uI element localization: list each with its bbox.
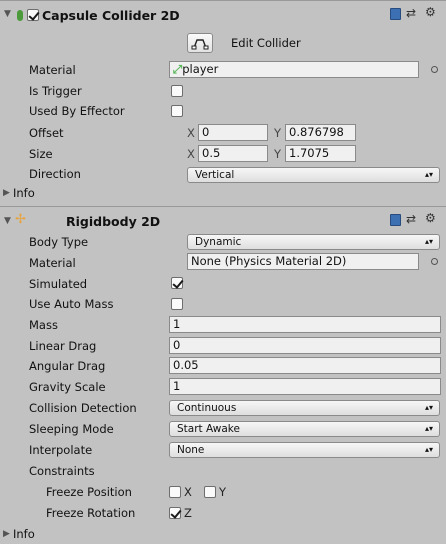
presets-icon[interactable]: ⇄: [406, 212, 416, 226]
linear-drag-label: Linear Drag: [29, 339, 97, 353]
freeze-position-y-label: Y: [219, 485, 227, 499]
size-y-axis-label: Y: [274, 147, 282, 161]
freeze-position-y-checkbox[interactable]: [204, 486, 216, 498]
info-fold-arrow-icon[interactable]: ▶: [3, 188, 10, 198]
linear-drag-field[interactable]: 0: [169, 337, 441, 354]
offset-y-axis-label: Y: [274, 126, 282, 140]
freeze-rotation-label: Freeze Rotation: [46, 506, 136, 520]
material-label: Material: [29, 63, 76, 77]
offset-x-axis-label: X: [187, 126, 195, 140]
is-trigger-label: Is Trigger: [29, 84, 82, 98]
angular-drag-field[interactable]: 0.05: [169, 357, 441, 374]
collision-detection-value: Continuous: [177, 402, 237, 414]
direction-dropdown[interactable]: Vertical ▴▾: [187, 167, 440, 183]
fold-arrow-icon[interactable]: ▼: [4, 9, 11, 19]
edit-collider-icon: [191, 39, 209, 50]
freeze-rotation-z-checkbox[interactable]: [169, 507, 181, 519]
angular-drag-label: Angular Drag: [29, 359, 106, 373]
rb-material-field[interactable]: None (Physics Material 2D): [187, 253, 419, 270]
mass-field[interactable]: 1: [169, 316, 441, 333]
is-trigger-checkbox[interactable]: [171, 85, 183, 97]
component-title: Capsule Collider 2D: [42, 8, 180, 23]
size-x-field[interactable]: 0.5: [198, 145, 268, 162]
collision-detection-dropdown[interactable]: Continuous ▴▾: [169, 400, 440, 416]
rigidbody-icon: ✢: [15, 212, 26, 227]
collision-detection-label: Collision Detection: [29, 401, 137, 415]
simulated-checkbox[interactable]: [171, 277, 183, 289]
sleeping-mode-value: Start Awake: [177, 423, 240, 435]
dropdown-arrow-icon: ▴▾: [424, 445, 433, 454]
used-by-effector-checkbox[interactable]: [171, 105, 183, 117]
dropdown-arrow-icon: ▴▾: [424, 403, 433, 412]
size-label: Size: [29, 147, 53, 161]
direction-label: Direction: [29, 167, 81, 181]
body-type-dropdown[interactable]: Dynamic ▴▾: [187, 234, 440, 250]
offset-x-field[interactable]: 0: [198, 124, 268, 141]
constraints-label[interactable]: Constraints: [29, 464, 95, 478]
body-type-label: Body Type: [29, 235, 89, 249]
material-value: player: [182, 62, 219, 76]
use-auto-mass-label: Use Auto Mass: [29, 297, 114, 311]
component-enabled-checkbox[interactable]: [27, 9, 39, 21]
dropdown-arrow-icon: ▴▾: [424, 237, 433, 246]
size-y-field[interactable]: 1.7075: [285, 145, 356, 162]
header-divider: [0, 206, 446, 207]
presets-icon[interactable]: ⇄: [406, 6, 416, 20]
object-picker-icon[interactable]: [431, 258, 438, 265]
help-book-icon[interactable]: [390, 214, 401, 226]
gear-icon[interactable]: ⚙: [425, 211, 436, 225]
freeze-position-label: Freeze Position: [46, 485, 132, 499]
header-divider: [0, 0, 446, 1]
use-auto-mass-checkbox[interactable]: [171, 298, 183, 310]
size-x-axis-label: X: [187, 147, 195, 161]
object-picker-icon[interactable]: [431, 66, 438, 73]
interpolate-dropdown[interactable]: None ▴▾: [169, 442, 440, 458]
dropdown-arrow-icon: ▴▾: [424, 170, 433, 179]
edit-collider-label: Edit Collider: [231, 36, 301, 50]
dropdown-arrow-icon: ▴▾: [424, 424, 433, 433]
sleeping-mode-label: Sleeping Mode: [29, 422, 114, 436]
rb-material-label: Material: [29, 256, 76, 270]
body-type-value: Dynamic: [195, 236, 242, 248]
offset-y-field[interactable]: 0.876798: [285, 124, 356, 141]
capsule-collider-icon: [17, 10, 23, 21]
interpolate-value: None: [177, 444, 205, 456]
mass-label: Mass: [29, 318, 58, 332]
freeze-position-x-checkbox[interactable]: [169, 486, 181, 498]
inspector-panel: ▼ Capsule Collider 2D ⇄ ⚙ Edit Collider …: [0, 0, 446, 544]
sleeping-mode-dropdown[interactable]: Start Awake ▴▾: [169, 421, 440, 437]
help-book-icon[interactable]: [390, 8, 401, 20]
simulated-label: Simulated: [29, 277, 88, 291]
info-label[interactable]: Info: [13, 186, 35, 200]
freeze-rotation-z-label: Z: [184, 506, 192, 520]
gear-icon[interactable]: ⚙: [425, 5, 436, 19]
gravity-scale-field[interactable]: 1: [169, 378, 441, 395]
edit-collider-button[interactable]: [187, 33, 213, 53]
physics-material-icon: ⤢: [173, 62, 183, 76]
interpolate-label: Interpolate: [29, 443, 93, 457]
gravity-scale-label: Gravity Scale: [29, 380, 106, 394]
freeze-position-x-label: X: [184, 485, 192, 499]
offset-label: Offset: [29, 126, 64, 140]
fold-arrow-icon[interactable]: ▼: [4, 216, 11, 226]
used-by-effector-label: Used By Effector: [29, 104, 125, 118]
rb-info-label[interactable]: Info: [13, 527, 35, 541]
component-title: Rigidbody 2D: [66, 214, 161, 229]
direction-value: Vertical: [195, 169, 235, 181]
material-field[interactable]: ⤢player: [169, 61, 419, 78]
info-fold-arrow-icon[interactable]: ▶: [3, 529, 10, 539]
